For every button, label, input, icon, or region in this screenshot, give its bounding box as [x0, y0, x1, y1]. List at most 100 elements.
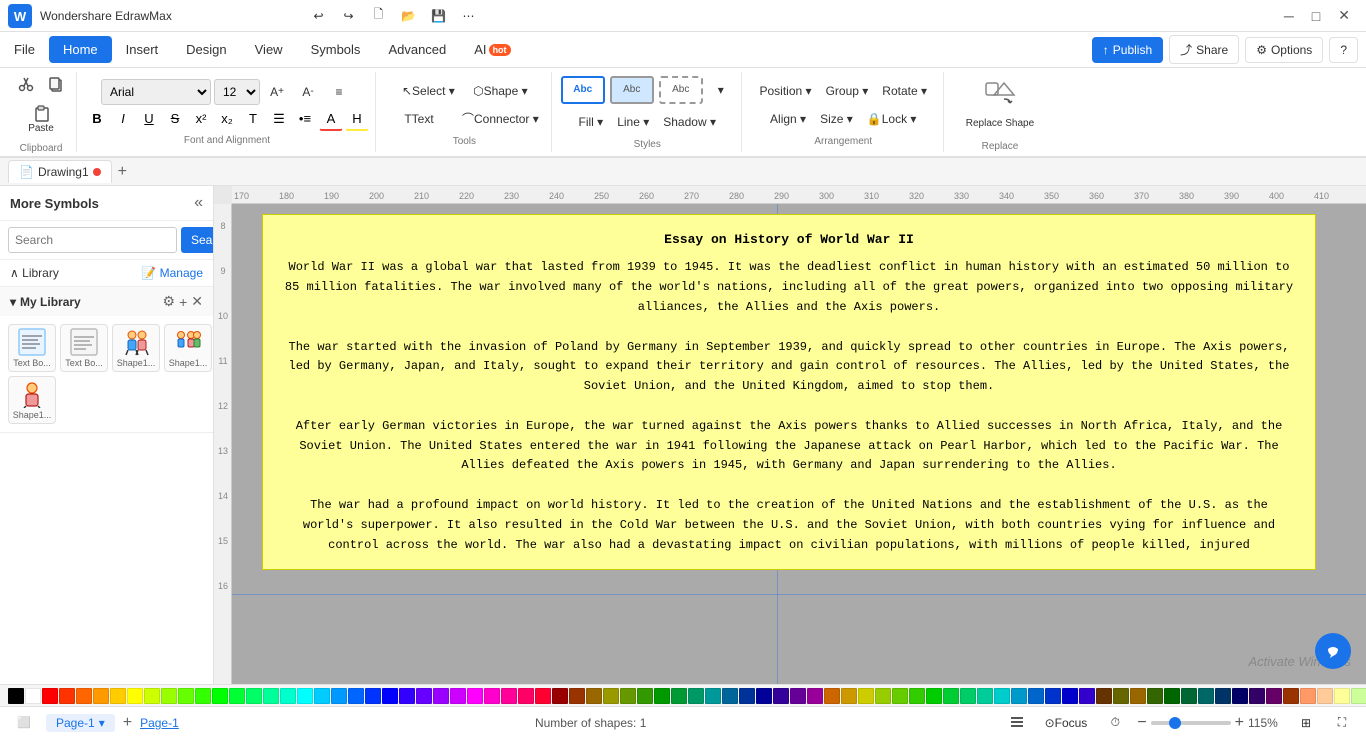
menu-symbols[interactable]: Symbols — [297, 36, 375, 63]
new-button[interactable]: 🗋 — [364, 3, 392, 29]
copy-button[interactable] — [42, 71, 70, 97]
highlight-button[interactable]: H — [345, 107, 369, 131]
color-swatch[interactable] — [688, 688, 704, 704]
menu-advanced[interactable]: Advanced — [374, 36, 460, 63]
italic-button[interactable]: I — [111, 107, 135, 131]
color-swatch[interactable] — [144, 688, 160, 704]
color-swatch[interactable] — [1266, 688, 1282, 704]
color-swatch[interactable] — [790, 688, 806, 704]
color-swatch[interactable] — [1198, 688, 1214, 704]
color-swatch[interactable] — [960, 688, 976, 704]
zoom-out-button[interactable]: − — [1137, 714, 1146, 732]
color-swatch[interactable] — [1011, 688, 1027, 704]
color-swatch[interactable] — [348, 688, 364, 704]
color-swatch[interactable] — [807, 688, 823, 704]
group-button[interactable]: Group ▾ — [820, 78, 875, 104]
color-swatch[interactable] — [297, 688, 313, 704]
color-swatch[interactable] — [399, 688, 415, 704]
bullet-button[interactable]: •≡ — [293, 107, 317, 131]
color-swatch[interactable] — [892, 688, 908, 704]
color-swatch[interactable] — [178, 688, 194, 704]
color-swatch[interactable] — [467, 688, 483, 704]
cut-button[interactable] — [12, 71, 40, 97]
color-swatch[interactable] — [450, 688, 466, 704]
color-swatch[interactable] — [841, 688, 857, 704]
color-swatch[interactable] — [484, 688, 500, 704]
color-swatch[interactable] — [1079, 688, 1095, 704]
subscript-button[interactable]: x₂ — [215, 107, 239, 131]
color-swatch[interactable] — [909, 688, 925, 704]
text-button[interactable]: T Text — [384, 106, 454, 132]
font-family-select[interactable]: Arial — [101, 79, 211, 105]
color-swatch[interactable] — [1113, 688, 1129, 704]
color-swatch[interactable] — [620, 688, 636, 704]
text-style-button[interactable]: T — [241, 107, 265, 131]
color-swatch[interactable] — [1283, 688, 1299, 704]
share-button[interactable]: ⤴ Share — [1169, 35, 1239, 64]
line-button[interactable]: Line ▾ — [611, 109, 655, 135]
color-swatch[interactable] — [365, 688, 381, 704]
color-swatch[interactable] — [110, 688, 126, 704]
color-swatch[interactable] — [1249, 688, 1265, 704]
color-swatch[interactable] — [603, 688, 619, 704]
color-swatch[interactable] — [654, 688, 670, 704]
paste-button[interactable]: Paste — [14, 99, 68, 139]
color-swatch[interactable] — [552, 688, 568, 704]
options-button[interactable]: ⚙ Options — [1245, 37, 1323, 63]
color-swatch[interactable] — [1351, 688, 1366, 704]
fill-button[interactable]: Fill ▾ — [573, 109, 610, 135]
color-swatch[interactable] — [195, 688, 211, 704]
zoom-in-button[interactable]: + — [1235, 714, 1244, 732]
shape-button[interactable]: ⬡ Shape ▾ — [465, 78, 535, 104]
color-swatch[interactable] — [212, 688, 228, 704]
more-button[interactable]: ⋯ — [454, 3, 482, 29]
color-swatch[interactable] — [858, 688, 874, 704]
alignment-button[interactable]: ≡ — [325, 79, 353, 105]
color-swatch[interactable] — [42, 688, 58, 704]
color-swatch[interactable] — [875, 688, 891, 704]
color-swatch[interactable] — [1232, 688, 1248, 704]
color-swatch[interactable] — [705, 688, 721, 704]
color-swatch[interactable] — [977, 688, 993, 704]
rotate-button[interactable]: Rotate ▾ — [876, 78, 933, 104]
publish-button[interactable]: ↑ Publish — [1092, 37, 1163, 63]
search-input[interactable] — [8, 227, 177, 253]
color-swatch[interactable] — [756, 688, 772, 704]
color-swatch[interactable] — [1317, 688, 1333, 704]
list-item[interactable]: Shape1... — [164, 324, 212, 372]
color-swatch[interactable] — [1062, 688, 1078, 704]
color-swatch[interactable] — [93, 688, 109, 704]
zoom-slider[interactable] — [1151, 721, 1231, 725]
color-swatch[interactable] — [773, 688, 789, 704]
color-swatch[interactable] — [501, 688, 517, 704]
size-button[interactable]: Size ▾ — [814, 106, 859, 132]
menu-ai[interactable]: AI hot — [460, 36, 524, 63]
color-swatch[interactable] — [314, 688, 330, 704]
color-swatch[interactable] — [943, 688, 959, 704]
my-library-close-button[interactable]: ✕ — [191, 293, 203, 310]
color-swatch[interactable] — [994, 688, 1010, 704]
align-button[interactable]: Align ▾ — [764, 106, 812, 132]
color-swatch[interactable] — [518, 688, 534, 704]
menu-insert[interactable]: Insert — [112, 36, 173, 63]
text-document[interactable]: Essay on History of World War II World W… — [262, 214, 1316, 570]
color-swatch[interactable] — [586, 688, 602, 704]
help-button[interactable]: ? — [1329, 37, 1358, 63]
color-swatch[interactable] — [263, 688, 279, 704]
color-swatch[interactable] — [637, 688, 653, 704]
timer-button[interactable]: ⏱ — [1101, 710, 1129, 736]
sidebar-collapse-button[interactable]: « — [194, 194, 203, 212]
drawing-tab[interactable]: 📄 Drawing1 — [8, 160, 112, 183]
page-size-button[interactable]: ⬜ — [10, 710, 38, 736]
color-swatch[interactable] — [1028, 688, 1044, 704]
canvas-viewport[interactable]: Essay on History of World War II World W… — [232, 204, 1366, 684]
color-swatch[interactable] — [671, 688, 687, 704]
color-swatch[interactable] — [739, 688, 755, 704]
color-swatch[interactable] — [1181, 688, 1197, 704]
lock-button[interactable]: 🔒 Lock ▾ — [861, 106, 923, 132]
color-swatch[interactable] — [1300, 688, 1316, 704]
library-label[interactable]: ∧ Library — [10, 266, 59, 280]
list-item[interactable]: Text Bo... — [8, 324, 56, 372]
my-library-settings-button[interactable]: ⚙ — [163, 293, 176, 310]
fullscreen-button[interactable]: ⛶ — [1328, 710, 1356, 736]
